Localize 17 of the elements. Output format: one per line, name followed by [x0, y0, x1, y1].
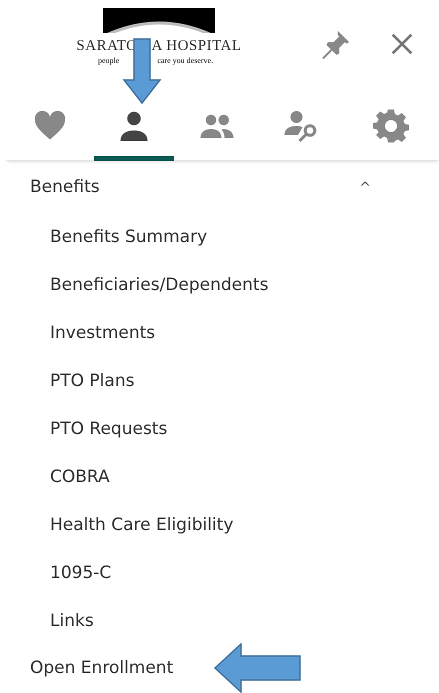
menu-item[interactable]: Benefits Summary — [50, 213, 208, 261]
gear-icon — [372, 108, 408, 144]
logo-text: A HOSPITAL — [152, 39, 242, 54]
menu-section[interactable]: Benefits — [30, 175, 100, 201]
menu-item[interactable]: PTO Plans — [50, 357, 134, 405]
menu-item[interactable]: Beneficiaries/Dependents — [50, 261, 268, 309]
menu-item[interactable]: Links — [50, 597, 94, 645]
menu-item[interactable]: Health Care Eligibility — [50, 501, 234, 549]
menu-item[interactable]: PTO Requests — [50, 405, 168, 453]
collapse-toggle[interactable]: ^ — [359, 178, 371, 198]
logo-tagline: care you deserve. — [157, 56, 214, 66]
menu-item[interactable]: 1095-C — [50, 549, 112, 597]
menu-item[interactable]: COBRA — [50, 453, 110, 501]
menu-item[interactable]: Open Enrollment — [30, 644, 174, 692]
arrow-icon — [214, 643, 302, 693]
logo-tagline: people — [98, 56, 120, 66]
menu-item[interactable]: Investments — [50, 309, 156, 357]
